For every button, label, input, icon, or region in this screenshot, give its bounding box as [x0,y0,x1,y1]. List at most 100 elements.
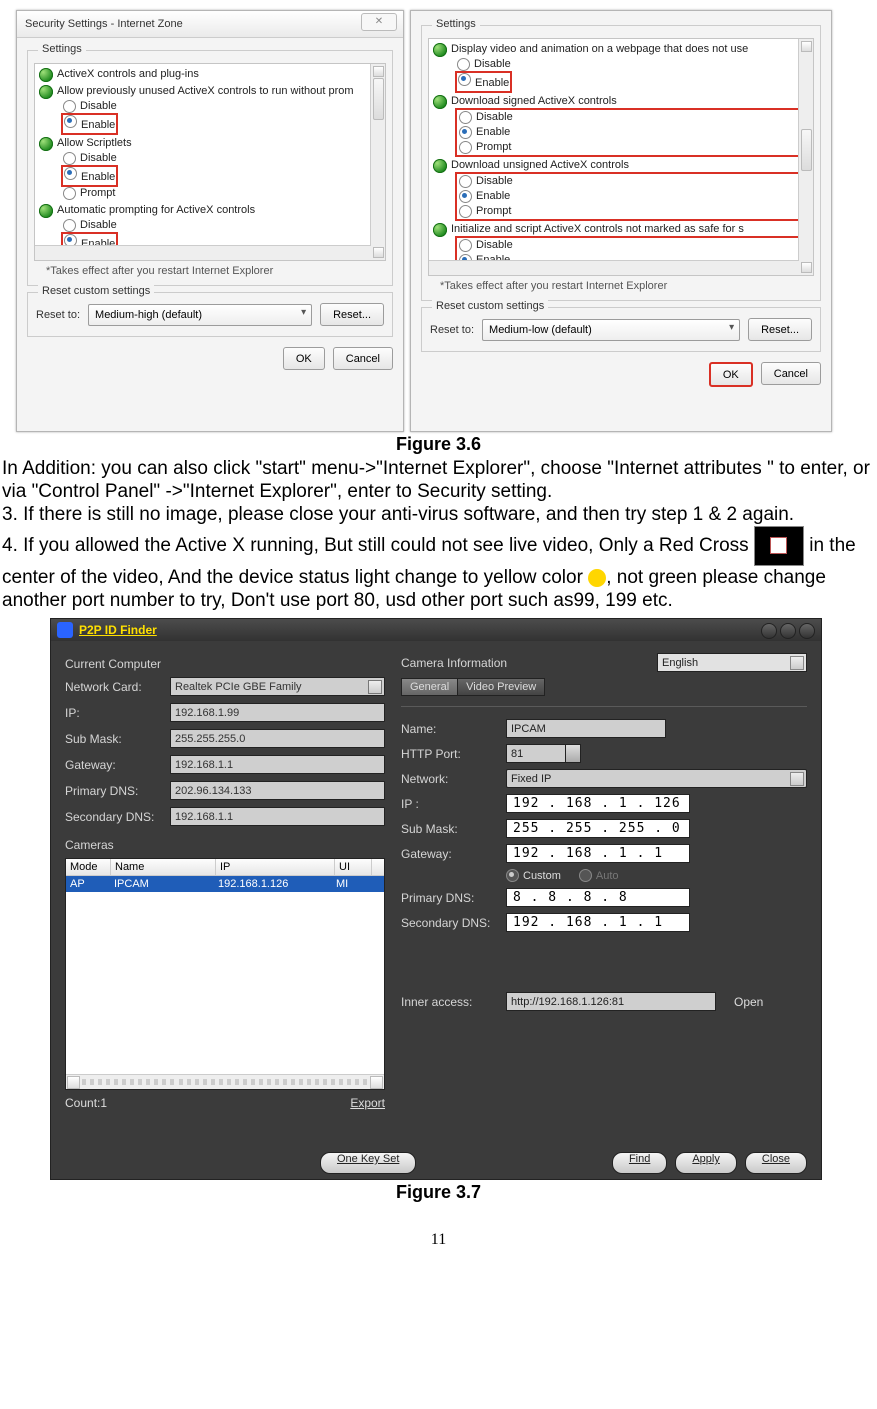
port-spinner[interactable] [565,744,581,763]
nic-combo[interactable]: Realtek PCIe GBE Family [170,677,385,696]
radio-disable[interactable]: Disable [457,57,809,72]
pdns-field[interactable]: 8 . 8 . 8 . 8 [506,888,690,907]
ip-field[interactable]: 192 . 168 . 1 . 126 [506,794,690,813]
close-icon[interactable]: ✕ [361,13,397,31]
ok-button[interactable]: OK [283,347,325,370]
gear-icon [433,43,447,57]
radio-disable[interactable]: Disable [63,99,381,114]
name-field[interactable]: IPCAM [506,719,666,738]
inner-access-field[interactable]: http://192.168.1.126:81 [506,992,716,1011]
section-label: Camera Information [401,656,507,670]
scrollbar-horizontal[interactable] [35,245,371,260]
sdns-field: 192.168.1.1 [170,807,385,826]
submask-field: 255.255.255.0 [170,729,385,748]
app-icon [57,622,73,638]
settings-tree-scroll[interactable]: Display video and animation on a webpage… [428,38,814,276]
col-ui: UI [335,859,372,875]
dns-custom-radio[interactable]: Custom [506,869,561,882]
section-label: Current Computer [65,657,385,671]
gear-icon [39,137,53,151]
radio-enable[interactable]: Enable [63,166,381,186]
cancel-button[interactable]: Cancel [761,362,821,385]
settings-label: Settings [38,43,86,55]
radio-enable[interactable]: Enable [459,125,809,140]
gear-icon [39,68,53,82]
sdns-field[interactable]: 192 . 168 . 1 . 1 [506,913,690,932]
setting-item: Automatic prompting for ActiveX controls [39,203,381,218]
setting-item: Download unsigned ActiveX controls [433,158,809,173]
reset-to-label: Reset to: [430,324,474,336]
port-field[interactable]: 81 [506,744,566,763]
restart-note: *Takes effect after you restart Internet… [46,265,382,277]
p2p-titlebar: P2P ID Finder [51,619,821,641]
tab-video-preview[interactable]: Video Preview [457,678,545,696]
one-key-set-button[interactable]: One Key Set [320,1152,416,1174]
dns-auto-radio[interactable]: Auto [579,869,619,882]
col-ip: IP [216,859,335,875]
radio-disable[interactable]: Disable [459,174,809,189]
port-label: HTTP Port: [401,747,506,761]
p2p-footer: One Key Set Find Apply Close [51,1147,821,1179]
cameras-list[interactable]: Mode Name IP UI AP IPCAM 192.168.1.126 M… [65,858,385,1090]
radio-disable[interactable]: Disable [63,218,381,233]
inner-access-label: Inner access: [401,995,506,1009]
radio-disable[interactable]: Disable [63,151,381,166]
count-label: Count:1 [65,1096,107,1110]
pdns-label: Primary DNS: [401,891,506,905]
language-combo[interactable]: English [657,653,807,672]
ip-label: IP : [401,797,506,811]
security-level-combo[interactable]: Medium-low (default) [482,319,740,341]
maximize-icon[interactable] [780,623,796,639]
gateway-field[interactable]: 192 . 168 . 1 . 1 [506,844,690,863]
open-link[interactable]: Open [734,995,763,1009]
radio-enable[interactable]: Enable [457,72,809,92]
close-icon[interactable] [799,623,815,639]
export-link[interactable]: Export [350,1096,385,1110]
table-row[interactable]: AP IPCAM 192.168.1.126 MI [66,876,384,892]
apply-button[interactable]: Apply [675,1152,737,1174]
setting-item: Allow previously unused ActiveX controls… [39,84,381,99]
gateway-field: 192.168.1.1 [170,755,385,774]
submask-label: Sub Mask: [401,822,506,836]
cancel-button[interactable]: Cancel [333,347,393,370]
gear-icon [39,85,53,99]
sdns-label: Secondary DNS: [401,916,506,930]
reset-label: Reset custom settings [38,285,154,297]
scrollbar-vertical[interactable] [370,64,385,260]
radio-enable[interactable]: Enable [459,189,809,204]
close-button[interactable]: Close [745,1152,807,1174]
restart-note: *Takes effect after you restart Internet… [440,280,810,292]
scrollbar-horizontal[interactable] [429,260,799,275]
scrollbar-vertical[interactable] [798,39,813,275]
radio-disable[interactable]: Disable [459,110,809,125]
radio-prompt[interactable]: Prompt [459,140,809,155]
col-mode: Mode [66,859,111,875]
reset-button[interactable]: Reset... [320,303,384,326]
settings-group: Settings Display video and animation on … [421,25,821,301]
yellow-status-icon [588,569,606,587]
p2p-title: P2P ID Finder [79,623,157,637]
security-level-combo[interactable]: Medium-high (default) [88,304,312,326]
ok-button[interactable]: OK [709,362,753,387]
reset-button[interactable]: Reset... [748,318,812,341]
settings-tree-scroll[interactable]: ActiveX controls and plug-ins Allow prev… [34,63,386,261]
gateway-label: Gateway: [65,758,170,772]
radio-disable[interactable]: Disable [459,238,809,253]
gear-icon [433,159,447,173]
dialog-title-text: Security Settings - Internet Zone [25,18,183,30]
network-combo[interactable]: Fixed IP [506,769,807,788]
find-button[interactable]: Find [612,1152,667,1174]
radio-enable[interactable]: Enable [63,114,381,134]
submask-field[interactable]: 255 . 255 . 255 . 0 [506,819,690,838]
setting-item: Allow Scriptlets [39,136,381,151]
radio-prompt[interactable]: Prompt [459,204,809,219]
radio-prompt[interactable]: Prompt [63,186,381,201]
red-cross-icon: ✕ [754,526,804,566]
body-paragraph-3: 4. If you allowed the Active X running, … [0,526,877,612]
reset-label: Reset custom settings [432,300,548,312]
scrollbar-horizontal[interactable] [66,1074,384,1089]
minimize-icon[interactable] [761,623,777,639]
gear-icon [39,204,53,218]
reset-to-label: Reset to: [36,309,80,321]
tab-general[interactable]: General [401,678,458,696]
